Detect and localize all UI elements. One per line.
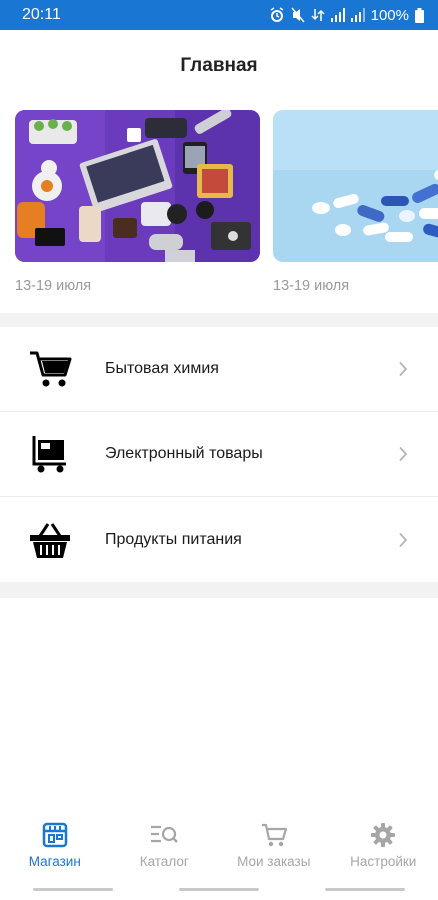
tab-label: Каталог xyxy=(139,854,189,869)
catalog-search-icon xyxy=(151,825,179,843)
category-item-household-chemicals[interactable]: Бытовая химия xyxy=(0,327,438,412)
category-list: Бытовая химия Электронный товары Продукт… xyxy=(0,327,438,582)
status-icons: 100% xyxy=(269,7,424,24)
battery-text: 100% xyxy=(370,6,409,24)
system-nav-bar xyxy=(0,878,438,900)
chevron-right-icon xyxy=(399,532,408,547)
promo-image-electronics[interactable] xyxy=(15,110,260,262)
shopping-cart-icon xyxy=(28,347,72,391)
promo-card[interactable]: 13-19 июля xyxy=(15,110,260,294)
page-title: Главная xyxy=(180,55,258,76)
section-divider xyxy=(0,313,438,327)
battery-icon xyxy=(415,7,424,23)
promo-date: 13-19 июля xyxy=(15,278,92,294)
tab-label: Магазин xyxy=(28,854,81,869)
alarm-icon xyxy=(270,7,284,22)
status-time: 20:11 xyxy=(22,6,61,23)
nav-pill[interactable] xyxy=(179,887,259,891)
data-transfer-icon xyxy=(311,9,325,21)
header: Главная xyxy=(0,30,438,102)
tab-catalog[interactable]: Каталог xyxy=(110,814,220,878)
category-label: Продукты питания xyxy=(105,530,242,548)
nav-pill[interactable] xyxy=(325,887,405,891)
mute-icon xyxy=(291,7,305,23)
promo-date: 13-19 июля xyxy=(273,278,350,294)
category-label: Электронный товары xyxy=(105,445,263,462)
tab-store[interactable]: Магазин xyxy=(0,814,110,878)
food-basket-icon xyxy=(28,518,72,562)
store-icon xyxy=(42,822,67,848)
tab-label: Настройки xyxy=(350,854,417,869)
category-label: Бытовая химия xyxy=(105,360,219,377)
section-divider xyxy=(0,582,438,598)
status-bar: 20:11 100% xyxy=(0,0,438,30)
promo-image-pills[interactable] xyxy=(273,110,438,262)
orders-cart-icon xyxy=(261,823,287,847)
promo-card[interactable]: 13-19 июля xyxy=(273,110,438,294)
promo-carousel[interactable]: 13-19 июля 13-19 июля xyxy=(0,110,438,310)
tab-settings[interactable]: Настройки xyxy=(329,814,438,878)
chevron-right-icon xyxy=(399,361,408,377)
gear-icon xyxy=(371,823,396,847)
chevron-right-icon xyxy=(399,446,408,462)
category-item-food[interactable]: Продукты питания xyxy=(0,497,438,582)
tab-label: Мои заказы xyxy=(237,854,311,869)
nav-pill[interactable] xyxy=(33,887,113,891)
electronics-cart-icon xyxy=(28,432,72,476)
bottom-tab-bar: Магазин Каталог Мои заказы Настройки xyxy=(0,814,438,878)
signal-icon xyxy=(330,8,345,22)
category-item-electronics[interactable]: Электронный товары xyxy=(0,412,438,497)
signal-icon-2 xyxy=(350,8,365,22)
tab-my-orders[interactable]: Мои заказы xyxy=(219,814,329,878)
